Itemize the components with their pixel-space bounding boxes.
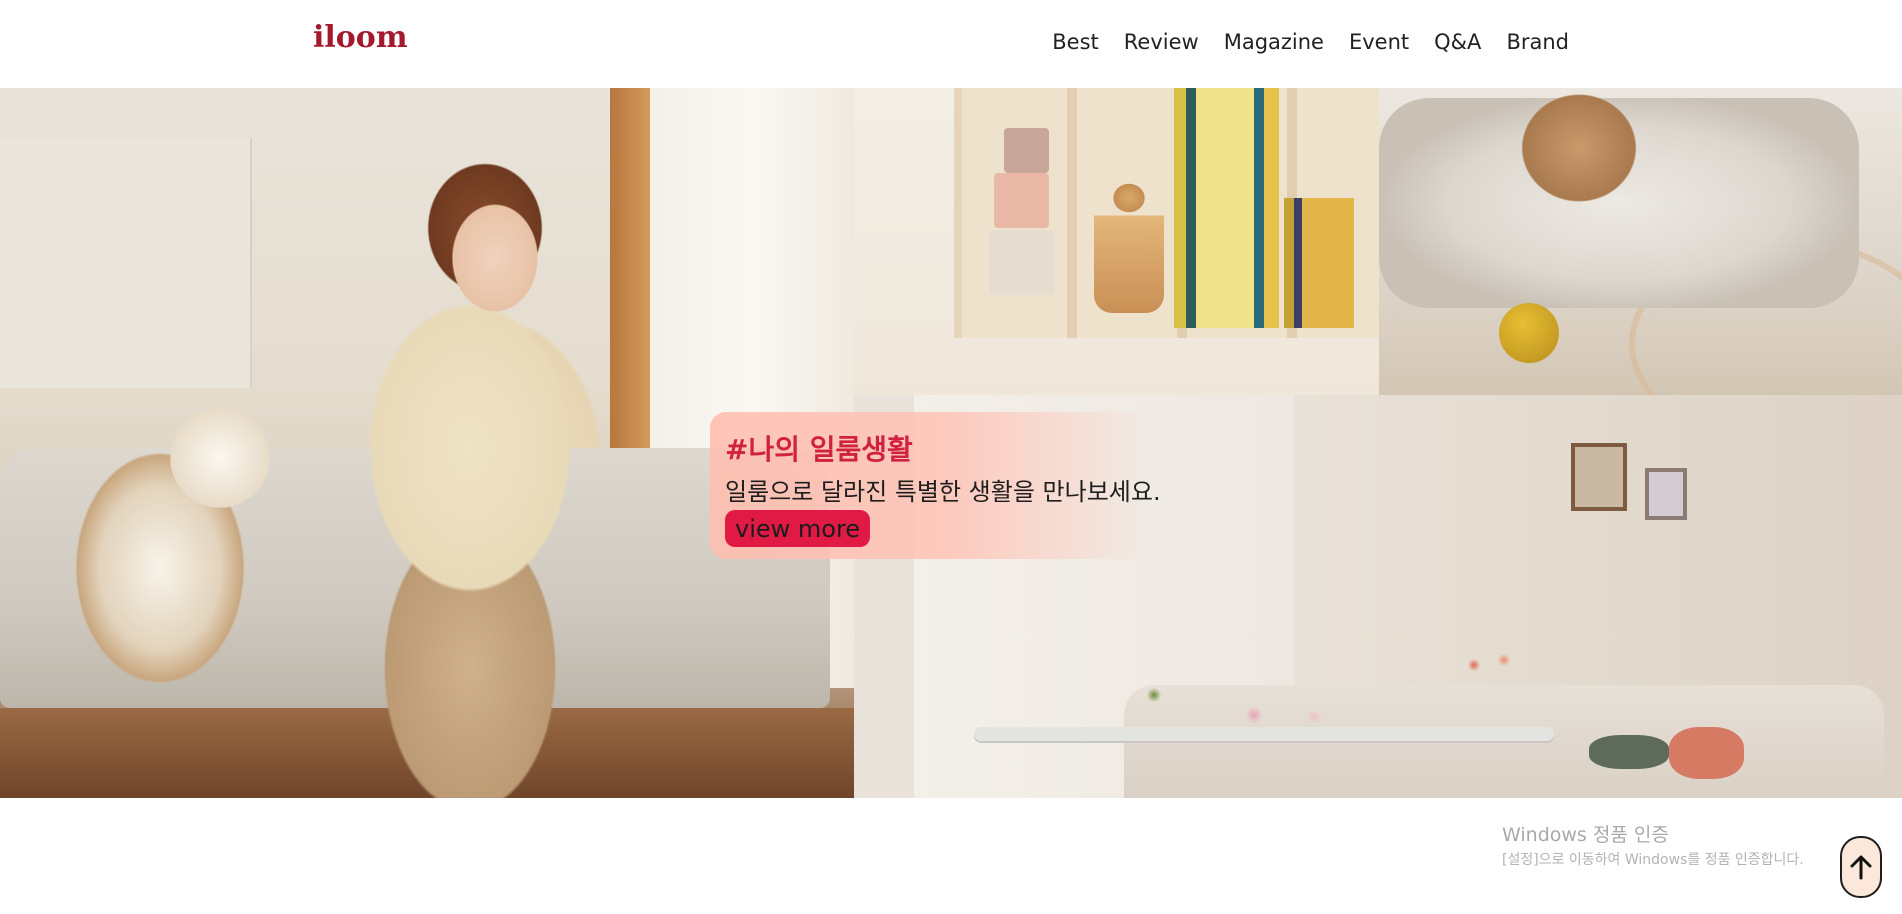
photo-flowers [1094,645,1514,735]
hero-photo-bookshelf [854,88,1379,395]
photo-books [1284,198,1354,328]
photo-pillow [1589,735,1669,769]
nav-item-event[interactable]: Event [1349,30,1409,54]
photo-poodle [1494,88,1664,228]
photo-pillow [1669,727,1744,779]
photo-dog [40,368,280,688]
photo-ball [1499,303,1559,363]
photo-toy-block [1004,128,1049,173]
photo-wall-frame [1645,468,1687,520]
photo-cabinet [0,138,252,388]
nav-item-qna[interactable]: Q&A [1434,30,1481,54]
shelf-divider [1067,88,1077,338]
photo-ring-stacker [1094,183,1164,313]
arrow-up-icon [1850,855,1872,880]
photo-person [270,148,630,798]
site-header: iloom Best Review Magazine Event Q&A Bra… [0,0,1902,88]
scroll-to-top-button[interactable] [1840,836,1882,898]
view-more-button[interactable]: view more [725,510,871,547]
nav-item-best[interactable]: Best [1052,30,1099,54]
nav-item-review[interactable]: Review [1124,30,1199,54]
photo-books [1174,88,1279,328]
brand-logo[interactable]: iloom [313,20,408,55]
photo-toy-block [994,173,1049,228]
nav-item-magazine[interactable]: Magazine [1224,30,1324,54]
promo-card: #나의 일룸생활 일룸으로 달라진 특별한 생활을 만나보세요. view mo… [710,412,1161,559]
promo-title: #나의 일룸생활 [725,433,913,466]
hero-photo-pet-bed [1379,88,1902,395]
photo-table [974,727,1554,741]
hero-collage: #나의 일룸생활 일룸으로 달라진 특별한 생활을 만나보세요. view mo… [0,88,1902,798]
photo-wall-frame [1571,443,1627,511]
watermark-title: Windows 정품 인증 [1502,824,1669,846]
photo-toy-block [989,230,1054,295]
nav-item-brand[interactable]: Brand [1506,30,1569,54]
promo-subtitle: 일룸으로 달라진 특별한 생활을 만나보세요. [725,478,1161,506]
main-nav: Best Review Magazine Event Q&A Brand [1027,30,1569,54]
page: iloom Best Review Magazine Event Q&A Bra… [0,0,1902,914]
windows-activation-watermark: Windows 정품 인증 [설정]으로 이동하여 Windows를 정품 인증… [1502,820,1804,869]
watermark-subtitle: [설정]으로 이동하여 Windows를 정품 인증합니다. [1502,852,1804,868]
